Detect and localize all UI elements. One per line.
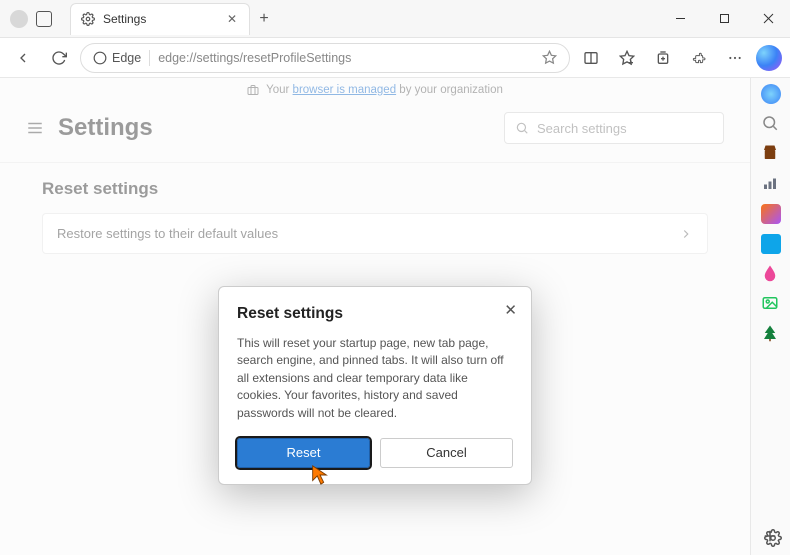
close-button[interactable] — [746, 0, 790, 38]
address-bar[interactable]: Edge edge://settings/resetProfileSetting… — [80, 43, 570, 73]
extensions-icon[interactable] — [684, 43, 714, 73]
maximize-button[interactable] — [702, 0, 746, 38]
side-copilot-icon[interactable] — [761, 84, 781, 104]
titlebar-left — [0, 10, 62, 28]
side-search-icon[interactable] — [761, 114, 781, 134]
side-outlook-icon[interactable] — [761, 234, 781, 254]
favorites-icon[interactable] — [612, 43, 642, 73]
cursor-pointer-icon — [309, 464, 331, 486]
tab-close-icon[interactable]: ✕ — [225, 10, 239, 28]
content-row: Your browser is managed by your organiza… — [0, 78, 790, 555]
window-titlebar: Settings ✕ + — [0, 0, 790, 38]
collections-icon[interactable] — [648, 43, 678, 73]
split-screen-icon[interactable] — [576, 43, 606, 73]
dialog-title: Reset settings — [237, 305, 513, 323]
url-text: edge://settings/resetProfileSettings — [158, 51, 351, 65]
profile-avatar[interactable] — [10, 10, 28, 28]
side-drop-icon[interactable] — [761, 264, 781, 284]
browser-toolbar: Edge edge://settings/resetProfileSetting… — [0, 38, 790, 78]
dialog-close-icon[interactable]: ✕ — [500, 297, 521, 323]
back-button[interactable] — [8, 43, 38, 73]
window-controls — [658, 0, 790, 38]
reset-dialog: ✕ Reset settings This will reset your st… — [218, 286, 532, 485]
address-separator — [149, 50, 150, 66]
side-tree-icon[interactable] — [761, 324, 781, 344]
cancel-button[interactable]: Cancel — [380, 438, 513, 468]
dialog-body: This will reset your startup page, new t… — [237, 335, 513, 422]
settings-page: Your browser is managed by your organiza… — [0, 78, 750, 555]
edge-badge: Edge — [93, 51, 141, 65]
workspaces-icon[interactable] — [36, 11, 52, 27]
side-tools-icon[interactable] — [761, 174, 781, 194]
minimize-button[interactable] — [658, 0, 702, 38]
tab-title: Settings — [103, 12, 217, 26]
favorite-star-icon[interactable] — [542, 50, 557, 65]
side-m365-icon[interactable] — [761, 204, 781, 224]
reset-button[interactable]: Reset — [237, 438, 370, 468]
gear-icon — [81, 12, 95, 26]
edge-sidebar — [750, 78, 790, 555]
dialog-buttons: Reset Cancel — [237, 438, 513, 468]
refresh-button[interactable] — [44, 43, 74, 73]
new-tab-button[interactable]: + — [250, 5, 278, 33]
side-shopping-icon[interactable] — [761, 144, 781, 164]
browser-tab[interactable]: Settings ✕ — [70, 3, 250, 35]
settings-gear-icon[interactable] — [764, 529, 782, 547]
copilot-button[interactable] — [756, 45, 782, 71]
more-menu-icon[interactable] — [720, 43, 750, 73]
side-imagecreator-icon[interactable] — [761, 294, 781, 314]
edge-label: Edge — [112, 51, 141, 65]
